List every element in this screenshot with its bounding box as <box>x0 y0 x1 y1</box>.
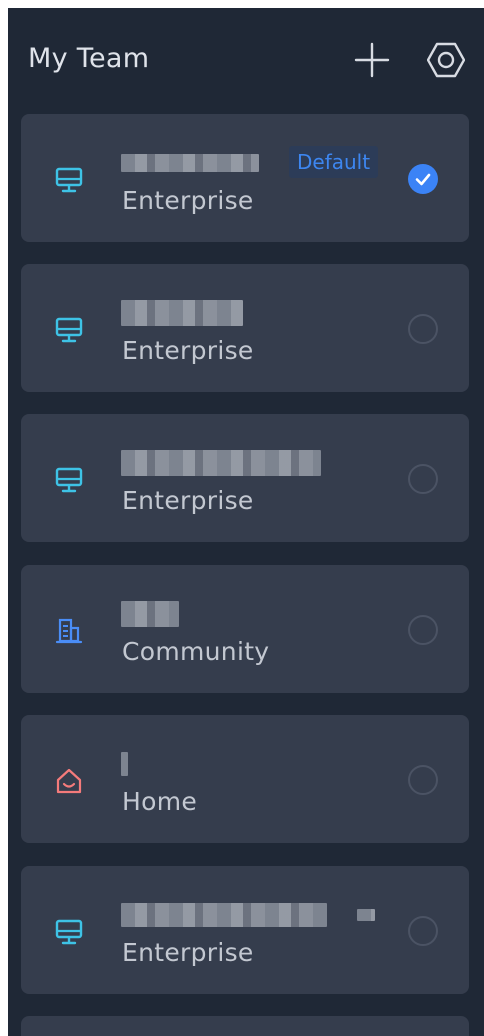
select-radio[interactable] <box>408 464 438 494</box>
team-name-redacted <box>121 152 259 174</box>
check-icon <box>415 173 431 186</box>
desktop-icon <box>51 162 87 198</box>
select-radio[interactable] <box>408 615 438 645</box>
team-name-redacted <box>121 752 128 776</box>
team-card[interactable]: Enterprise <box>21 414 469 542</box>
select-radio[interactable] <box>408 314 438 344</box>
team-type-label: Enterprise <box>122 486 254 515</box>
team-type-label: Community <box>122 637 270 666</box>
settings-hexagon-icon <box>427 42 465 78</box>
team-card[interactable]: Home <box>21 715 469 843</box>
team-name-redacted <box>121 903 375 927</box>
page-title: My Team <box>28 43 150 74</box>
home-icon <box>51 763 87 799</box>
header: My Team <box>8 8 484 112</box>
plus-icon <box>354 42 390 78</box>
desktop-icon <box>51 462 87 498</box>
team-type-label: Enterprise <box>122 336 254 365</box>
default-badge: Default <box>289 146 379 178</box>
settings-button[interactable] <box>426 40 466 80</box>
building-icon <box>51 613 87 649</box>
team-panel: My Team Default Enterprise Enterprise En… <box>8 8 484 1036</box>
team-type-label: Enterprise <box>122 938 254 967</box>
select-radio[interactable] <box>408 765 438 795</box>
team-card[interactable]: Enterprise <box>21 264 469 392</box>
team-name-redacted <box>121 450 321 476</box>
team-type-label: Home <box>122 787 198 816</box>
desktop-icon <box>51 914 87 950</box>
team-card[interactable]: Default Enterprise <box>21 114 469 242</box>
team-name-redacted <box>121 300 243 326</box>
add-team-button[interactable] <box>352 40 392 80</box>
team-card[interactable]: Community <box>21 565 469 693</box>
team-name-redacted <box>121 601 179 627</box>
desktop-icon <box>51 312 87 348</box>
select-radio[interactable] <box>408 916 438 946</box>
team-type-label: Enterprise <box>122 186 254 215</box>
selected-check[interactable] <box>408 164 438 194</box>
team-card[interactable]: Enterprise <box>21 866 469 994</box>
team-card[interactable] <box>21 1016 469 1036</box>
